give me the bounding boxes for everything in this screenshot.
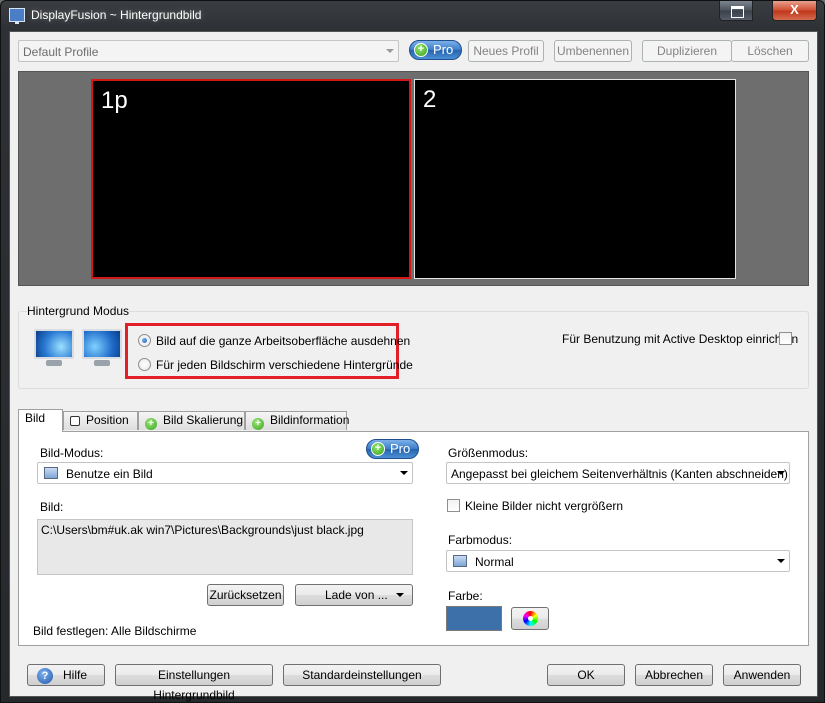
active-desktop-label: Für Benutzung mit Active Desktop einrich… [562, 332, 799, 346]
color-swatch[interactable] [446, 606, 502, 631]
radio-icon [138, 358, 151, 371]
color-picker-button[interactable] [511, 607, 549, 630]
tab-label: Bildinformation [270, 413, 350, 427]
reset-button[interactable]: Zurücksetzen [207, 584, 284, 606]
square-icon [70, 416, 80, 426]
tab-position[interactable]: Position [63, 411, 138, 430]
dialog-client: Default Profile + Pro Neues Profil Umben… [9, 31, 818, 702]
image-path: C:\Users\bm#uk.ak win7\Pictures\Backgrou… [41, 523, 364, 537]
radio-icon [138, 334, 151, 347]
tab-label: Bild Skalierung [163, 413, 244, 427]
pro-button[interactable]: + Pro [366, 439, 420, 459]
monitor-icon [34, 329, 74, 366]
help-icon: ? [37, 668, 53, 684]
apply-button[interactable]: Anwenden [723, 664, 801, 686]
chevron-down-icon [400, 471, 408, 475]
window-title: DisplayFusion ~ Hintergrundbild [31, 8, 202, 22]
app-window: DisplayFusion ~ Hintergrundbild X Defaul… [0, 0, 825, 703]
monitor-icon [9, 8, 25, 24]
no-enlarge-label: Kleine Bilder nicht vergrößern [465, 499, 624, 513]
green-plus-icon: + [145, 418, 157, 430]
size-mode-value: Angepasst bei gleichem Seitenverhältnis … [451, 467, 788, 481]
image-icon [453, 555, 467, 567]
help-label: Hilfe [63, 668, 88, 682]
chevron-down-icon [396, 593, 404, 597]
monitor-2-preview[interactable]: 2 [414, 79, 736, 279]
rename-button[interactable]: Umbenennen [554, 40, 632, 62]
chevron-down-icon [777, 471, 785, 475]
plus-icon: + [371, 442, 385, 456]
size-mode-select[interactable]: Angepasst bei gleichem Seitenverhältnis … [446, 462, 790, 484]
group-title: Hintergrund Modus [27, 304, 130, 318]
monitor-label: 1p [101, 87, 128, 114]
active-desktop-checkbox[interactable] [779, 332, 792, 345]
profile-select[interactable]: Default Profile [18, 40, 399, 62]
tab-bildinformation[interactable]: + Bildinformation [245, 411, 350, 430]
image-mode-label: Bild-Modus: [40, 446, 104, 460]
tab-bild-skalierung[interactable]: + Bild Skalierung [138, 411, 245, 430]
wallpaper-settings-button[interactable]: Einstellungen Hintergrundbild [115, 664, 273, 702]
plus-icon: + [414, 43, 428, 57]
chevron-down-icon [386, 49, 394, 53]
apply-to-label: Bild festlegen: Alle Bildschirme [33, 624, 197, 638]
image-mode-select[interactable]: Benutze ein Bild [37, 462, 413, 484]
size-mode-label: Größenmodus: [448, 446, 529, 460]
monitor-preview: 1p 2 [18, 71, 809, 286]
load-from-button[interactable]: Lade von ... [295, 584, 413, 606]
close-icon: X [790, 2, 799, 17]
help-button[interactable]: ? Hilfe [27, 664, 105, 686]
delete-button[interactable]: Löschen [731, 40, 809, 62]
monitor-label: 2 [423, 86, 437, 113]
restore-button[interactable] [719, 1, 753, 21]
tab-label: Bild [25, 411, 46, 425]
title-bar[interactable]: DisplayFusion ~ Hintergrundbild X [1, 1, 824, 31]
duplicate-button[interactable]: Duplizieren [642, 40, 732, 62]
image-mode-value: Benutze ein Bild [66, 467, 153, 481]
radio-label: Für jeden Bildschirm verschiedene Hinter… [156, 358, 413, 372]
new-profile-button[interactable]: Neues Profil [468, 40, 544, 62]
radio-label: Bild auf die ganze Arbeitsoberfläche aus… [156, 334, 411, 348]
tab-label: Position [86, 413, 129, 427]
dual-monitor-icon [32, 325, 126, 375]
profile-value: Default Profile [23, 45, 99, 59]
color-wheel-icon [523, 611, 538, 626]
image-label: Bild: [40, 500, 64, 514]
cancel-button[interactable]: Abbrechen [635, 664, 713, 686]
pro-label: Pro [433, 42, 454, 57]
close-button[interactable]: X [772, 1, 817, 21]
green-plus-icon: + [252, 418, 264, 430]
ok-button[interactable]: OK [547, 664, 625, 686]
pro-label: Pro [390, 441, 411, 456]
image-icon [44, 467, 58, 479]
no-enlarge-checkbox[interactable] [447, 499, 460, 512]
color-label: Farbe: [448, 589, 483, 603]
color-mode-select[interactable]: Normal [446, 550, 790, 572]
monitor-1-preview[interactable]: 1p [91, 79, 411, 279]
monitor-icon [82, 329, 122, 366]
defaults-button[interactable]: Standardeinstellungen [283, 664, 441, 686]
color-mode-value: Normal [475, 555, 514, 569]
image-path-field[interactable]: C:\Users\bm#uk.ak win7\Pictures\Backgrou… [37, 519, 413, 575]
color-mode-label: Farbmodus: [448, 533, 513, 547]
load-from-label: Lade von ... [325, 588, 388, 602]
pro-button[interactable]: + Pro [409, 40, 463, 60]
chevron-down-icon [777, 559, 785, 563]
tab-bild[interactable]: Bild [18, 409, 63, 432]
